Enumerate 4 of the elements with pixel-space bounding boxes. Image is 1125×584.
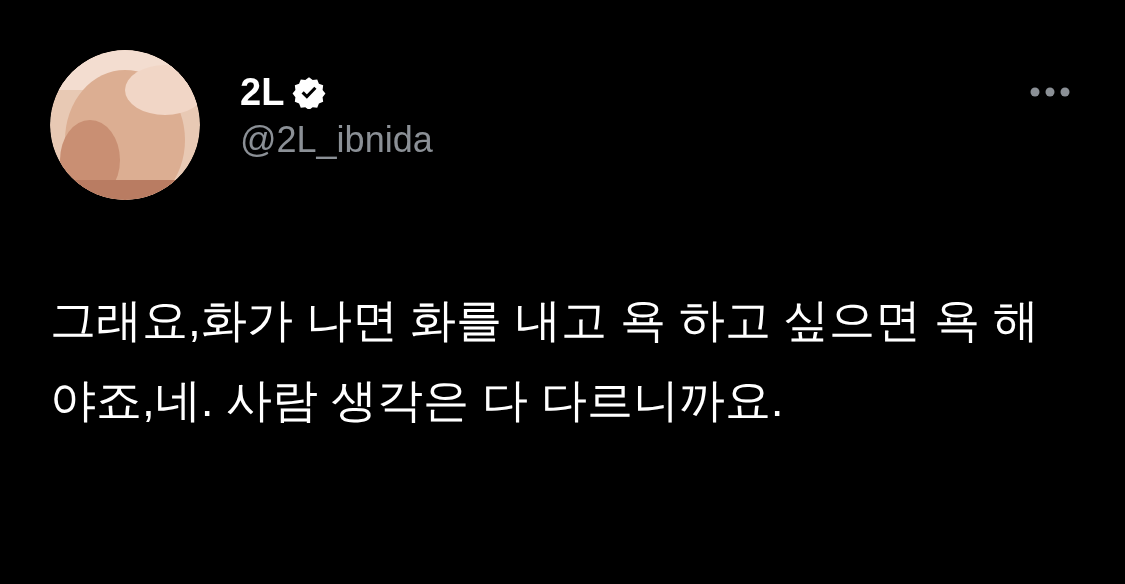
- user-handle[interactable]: @2L_ibnida: [240, 118, 433, 162]
- more-icon[interactable]: [1030, 87, 1070, 97]
- display-name: 2L: [240, 70, 285, 114]
- tweet-text: 그래요,화가 나면 화를 내고 욕 하고 싶으면 욕 해야죠,네. 사람 생각은 다 다르니까요.: [50, 293, 1041, 428]
